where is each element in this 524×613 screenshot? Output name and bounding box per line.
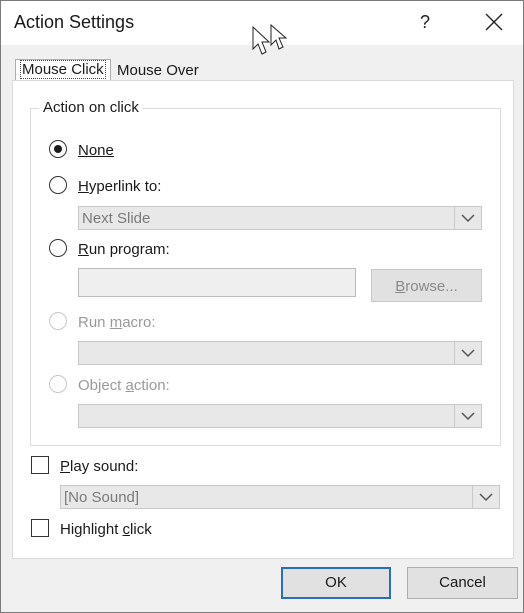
sound-dropdown[interactable]: [No Sound] [60,485,500,509]
close-button[interactable] [477,7,511,37]
ok-button[interactable]: OK [281,567,391,599]
run-macro-label: Run macro: [78,314,156,331]
hyperlink-label[interactable]: Hyperlink to: [78,178,161,195]
highlight-click-label[interactable]: Highlight click [60,521,152,538]
none-radio[interactable] [49,140,67,158]
chevron-down-icon [454,207,481,229]
close-icon [485,13,503,31]
dialog-title: Action Settings [14,12,135,32]
tab-mouse-over[interactable]: Mouse Over [113,61,203,81]
program-path-input[interactable] [78,268,356,297]
chevron-down-icon [454,405,481,427]
run-macro-radio[interactable] [49,312,67,330]
hyperlink-dropdown[interactable]: Next Slide [78,206,482,230]
none-label[interactable]: None [78,142,114,159]
object-action-label: Object action: [78,377,170,394]
action-settings-dialog: Action Settings ? Mouse Click Mouse Over… [0,0,524,613]
run-program-radio[interactable] [49,239,67,257]
highlight-click-checkbox[interactable] [31,519,49,537]
group-label: Action on click [39,99,143,116]
mouse-pointer-icon [252,23,288,55]
hyperlink-value: Next Slide [82,210,151,227]
run-program-label[interactable]: Run program: [78,241,170,258]
macro-dropdown[interactable] [78,341,482,365]
play-sound-label[interactable]: Play sound: [60,458,138,475]
tab-mouse-click[interactable]: Mouse Click [15,59,111,82]
object-action-dropdown[interactable] [78,404,482,428]
cancel-button[interactable]: Cancel [407,567,518,599]
help-button[interactable]: ? [411,7,439,37]
chevron-down-icon [472,486,499,508]
hyperlink-radio[interactable] [49,176,67,194]
sound-value: [No Sound] [64,489,140,506]
object-action-radio[interactable] [49,375,67,393]
chevron-down-icon [454,342,481,364]
browse-button[interactable]: Browse... [371,269,482,302]
play-sound-checkbox[interactable] [31,456,49,474]
